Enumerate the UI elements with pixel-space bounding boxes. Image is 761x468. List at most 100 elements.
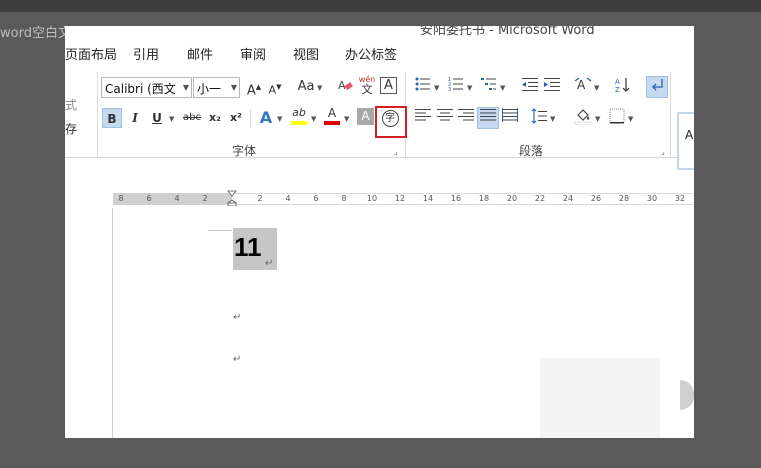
align-center-button[interactable] — [435, 108, 455, 128]
group-label-font: 字体 — [232, 144, 257, 158]
shrink-font-button[interactable]: A▼ — [265, 77, 285, 97]
strikethrough-button[interactable]: abc — [180, 108, 204, 128]
ruler-tick: 4 — [174, 194, 180, 203]
numbering-button[interactable]: 123 — [446, 77, 466, 97]
decrease-indent-icon — [522, 78, 538, 91]
clear-format-button[interactable]: A — [335, 77, 355, 97]
background-document-name: word空白文 — [0, 26, 71, 41]
sort-button[interactable]: AZ — [613, 77, 633, 97]
grow-font-button[interactable]: A▲ — [244, 77, 264, 99]
change-case-button[interactable]: Aa — [294, 77, 318, 97]
font-name-combo[interactable]: Calibri (西文 ▼ — [101, 77, 192, 98]
line-spacing-icon — [531, 108, 547, 124]
align-right-icon — [458, 109, 474, 121]
sort-icon: AZ — [615, 78, 630, 94]
increase-indent-button[interactable] — [542, 77, 562, 97]
superscript-label: x² — [230, 111, 242, 124]
tab-view[interactable]: 视图 — [293, 44, 319, 63]
chevron-down-icon: ▼ — [311, 115, 317, 123]
font-size-value: 小一 — [197, 82, 222, 96]
chinese-layout-button[interactable]: A — [573, 77, 593, 97]
subscript-label: x₂ — [209, 111, 221, 124]
italic-label: I — [132, 111, 138, 125]
chevron-down-icon: ▼ — [628, 115, 634, 123]
page-margin-line — [112, 208, 113, 438]
bold-button[interactable]: B — [102, 108, 122, 128]
chevron-down-icon: ▼ — [344, 115, 350, 123]
chevron-down-icon: ▼ — [169, 115, 175, 123]
text-effects-button[interactable]: A — [256, 108, 276, 128]
distributed-button[interactable] — [500, 108, 520, 128]
styles-gallery[interactable]: A — [677, 112, 694, 170]
multilevel-list-icon — [481, 78, 496, 90]
scroll-edge-shape — [680, 380, 694, 410]
highlight-label: ab — [292, 106, 306, 119]
chevron-down-icon: ▼ — [500, 84, 506, 92]
chevron-down-icon: ▼ — [434, 84, 440, 92]
font-size-combo[interactable]: 小一 ▼ — [193, 77, 240, 98]
bullets-button[interactable] — [413, 77, 433, 97]
underline-label: U — [152, 111, 162, 125]
phonetic-guide-button[interactable]: wén 文 — [357, 75, 377, 95]
italic-button[interactable]: I — [125, 108, 145, 128]
window-title: 安阳委托书 - Microsoft Word — [420, 26, 595, 38]
ruler-tick: 26 — [590, 194, 602, 203]
font-color-swatch — [324, 121, 340, 125]
svg-text:Z: Z — [615, 86, 620, 93]
background-topbar — [0, 0, 761, 12]
tab-office-tabs[interactable]: 办公标签 — [345, 44, 397, 63]
ruler-tick: 8 — [341, 194, 347, 203]
ribbon-tabs: 页面布局 引用 邮件 审阅 视图 办公标签 — [65, 40, 694, 66]
font-name-value: Calibri (西文 — [105, 82, 176, 96]
document-text-line[interactable]: 11 — [234, 232, 262, 263]
char-shading-button[interactable]: A — [357, 108, 374, 125]
decrease-indent-button[interactable] — [520, 77, 540, 97]
char-border-button[interactable]: A — [380, 77, 397, 94]
font-dialog-launcher-icon[interactable]: ⌟ — [394, 147, 398, 156]
ruler-tick: 32 — [674, 194, 686, 203]
svg-text:A: A — [338, 79, 346, 92]
document-page[interactable]: 11 ↵ ↵ ↵ — [65, 208, 694, 438]
align-left-button[interactable] — [413, 108, 433, 128]
highlight-color-button[interactable]: ab — [289, 106, 309, 126]
shading-button[interactable] — [573, 107, 593, 127]
font-color-button[interactable]: A — [322, 106, 342, 126]
justify-button[interactable] — [477, 107, 499, 129]
window-title-bar: 安阳委托书 - Microsoft Word — [65, 26, 694, 38]
line-spacing-button[interactable] — [529, 108, 549, 128]
strikethrough-label: abc — [183, 112, 201, 123]
multilevel-list-button[interactable] — [479, 77, 499, 97]
align-right-button[interactable] — [456, 108, 476, 128]
svg-text:A: A — [615, 78, 620, 86]
borders-button[interactable] — [607, 108, 627, 128]
ruler-tick: 14 — [422, 194, 434, 203]
ribbon-separator — [670, 72, 671, 158]
underline-button[interactable]: U — [147, 108, 167, 128]
callout-highlight-box — [375, 106, 407, 138]
paragraph-mark: ↵ — [233, 354, 242, 365]
paragraph-mark: ↵ — [233, 312, 242, 323]
ruler-tick: 20 — [506, 194, 518, 203]
char-shading-label: A — [361, 109, 370, 123]
justify-icon — [480, 109, 496, 121]
tab-references[interactable]: 引用 — [133, 44, 159, 63]
superscript-button[interactable]: x² — [226, 108, 246, 128]
indent-marker-handle[interactable] — [227, 190, 237, 206]
ribbon-left-label-style: 式 — [65, 98, 78, 112]
chevron-down-icon: ▼ — [594, 84, 600, 92]
chevron-down-icon: ▼ — [550, 115, 556, 123]
ruler-tick: 30 — [646, 194, 658, 203]
grow-font-label: A — [246, 83, 256, 99]
tab-review[interactable]: 审阅 — [240, 44, 266, 63]
chevron-down-icon: ▼ — [467, 84, 473, 92]
paint-bucket-icon — [574, 109, 592, 126]
tab-page-layout[interactable]: 页面布局 — [65, 44, 117, 63]
tab-mailings[interactable]: 邮件 — [187, 44, 213, 63]
chinese-layout-icon: A — [574, 77, 592, 92]
show-hide-marks-button[interactable] — [646, 76, 668, 98]
chevron-down-icon: ▼ — [317, 84, 323, 92]
group-label-paragraph: 段落 — [519, 144, 544, 158]
ruler-tick: 4 — [285, 194, 291, 203]
subscript-button[interactable]: x₂ — [205, 108, 225, 128]
paragraph-dialog-launcher-icon[interactable]: ⌟ — [661, 147, 665, 156]
